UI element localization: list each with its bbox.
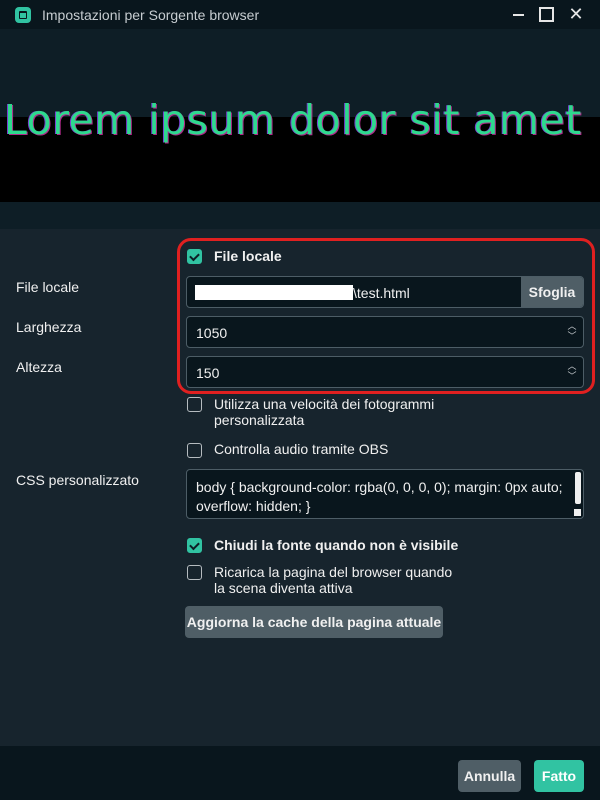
app-icon (15, 7, 31, 23)
window-title: Impostazioni per Sorgente browser (42, 7, 260, 23)
custom-css-value: body { background-color: rgba(0, 0, 0, 0… (196, 479, 563, 514)
custom-fps-label-line1: Utilizza una velocità dei fotogrammi (214, 396, 435, 412)
shutdown-hidden-label[interactable]: Chiudi la fonte quando non è visibile (214, 537, 458, 553)
minimize-icon[interactable] (507, 4, 529, 24)
refresh-cache-button[interactable]: Aggiorna la cache della pagina attuale (185, 606, 443, 638)
control-audio-label[interactable]: Controlla audio tramite OBS (214, 441, 388, 457)
shutdown-hidden-checkbox[interactable] (187, 538, 202, 553)
custom-css-label: CSS personalizzato (16, 472, 139, 488)
done-button[interactable]: Fatto (534, 760, 584, 792)
refresh-on-active-checkbox[interactable] (187, 565, 202, 580)
maximize-icon[interactable] (535, 4, 557, 24)
local-file-label: File locale (16, 279, 80, 295)
custom-css-textarea[interactable]: body { background-color: rgba(0, 0, 0, 0… (186, 469, 584, 519)
height-label: Altezza (16, 359, 62, 375)
custom-fps-checkbox[interactable] (187, 397, 202, 412)
close-icon[interactable]: ✕ (565, 4, 587, 24)
title-bar: Impostazioni per Sorgente browser ✕ (0, 0, 600, 29)
highlight-annotation (177, 238, 595, 394)
refresh-on-active-label[interactable]: Ricarica la pagina del browser quando la… (214, 564, 452, 596)
width-label: Larghezza (16, 319, 82, 335)
refresh-on-active-line1: Ricarica la pagina del browser quando (214, 564, 453, 580)
preview-text: Lorem ipsum dolor sit amet (4, 96, 582, 144)
custom-fps-label[interactable]: Utilizza una velocità dei fotogrammi per… (214, 396, 434, 428)
custom-fps-label-line2: personalizzata (214, 412, 305, 428)
resize-grip-icon[interactable] (574, 509, 581, 516)
scrollbar[interactable] (575, 472, 581, 504)
control-audio-checkbox[interactable] (187, 443, 202, 458)
cancel-button[interactable]: Annulla (458, 760, 521, 792)
refresh-on-active-line2: la scena diventa attiva (214, 580, 353, 596)
